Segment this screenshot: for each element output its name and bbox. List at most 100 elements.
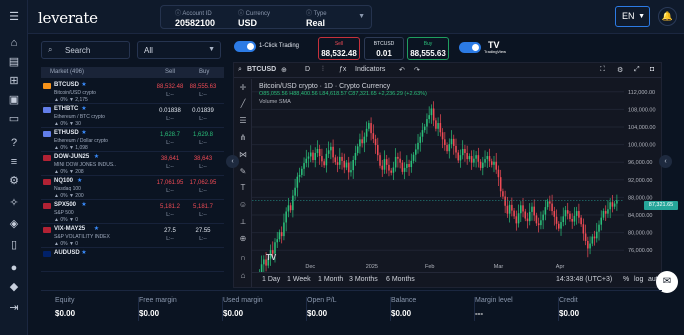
timeframe-1w[interactable]: 1 Week <box>287 276 311 283</box>
sell-price[interactable]: 1,628.7 <box>152 132 188 138</box>
favorite-star-icon[interactable]: ★ <box>94 153 99 160</box>
collapse-left-button[interactable]: ‹ <box>226 155 239 168</box>
buy-price[interactable]: 1,629.8 <box>185 132 221 138</box>
toggle-switch[interactable] <box>459 42 481 53</box>
buy-price[interactable]: 0.01839 <box>185 108 221 114</box>
indicators-icon[interactable]: ƒx <box>339 66 346 73</box>
lock-icon[interactable]: ⌂ <box>238 271 248 281</box>
settings-icon[interactable]: ⚙ <box>7 174 21 188</box>
crosshair-icon[interactable]: ✛ <box>238 83 248 93</box>
book-icon[interactable]: ▯ <box>7 238 21 252</box>
sell-price[interactable]: 17,061.95 <box>152 180 188 186</box>
lot-size-selector[interactable]: BTCUSD 0.01 <box>364 37 404 60</box>
toggle-switch[interactable] <box>234 41 256 52</box>
fullscreen-expand-icon[interactable]: ⤢ <box>634 66 640 74</box>
bank-icon[interactable]: ⊞ <box>7 74 21 88</box>
sell-price[interactable]: 27.5 <box>152 228 188 234</box>
shield-icon[interactable]: ◈ <box>7 217 21 231</box>
instrument-symbol: DOW-JUN25 <box>54 154 90 160</box>
lightbulb-icon[interactable]: ✧ <box>7 196 21 210</box>
timeframe-6m[interactable]: 6 Months <box>386 276 415 283</box>
settings-icon[interactable]: ⚙ <box>617 66 623 74</box>
search-input[interactable]: ⌕ Search <box>41 41 130 59</box>
favorite-star-icon[interactable]: ★ <box>81 105 86 112</box>
magnet-icon[interactable]: ∩ <box>238 253 248 263</box>
market-row[interactable]: BTCUSD ★ Bitcoin/USD crypto ▲ 0% ▼ 2,175 88,… <box>41 80 224 104</box>
one-click-trading-toggle[interactable]: 1-Click Trading <box>234 41 314 55</box>
indicators-button[interactable]: Indicators <box>355 66 385 73</box>
buy-button[interactable]: Buy 88,555.63 <box>407 37 449 60</box>
fib-icon[interactable]: ☰ <box>238 116 248 126</box>
percent-toggle[interactable]: % <box>623 276 629 283</box>
expand-right-button[interactable]: ‹ <box>659 155 672 168</box>
sell-price[interactable]: 38,641 <box>152 156 188 162</box>
brand-logo[interactable]: leverate <box>38 9 98 27</box>
account-selector[interactable]: ⓘ Account ID 20582100 ⓘ Currency USD ⓘ T… <box>160 5 372 29</box>
apple-icon[interactable]: ● <box>7 261 21 275</box>
favorite-star-icon[interactable]: ★ <box>77 177 82 184</box>
home-icon[interactable]: ⌂ <box>7 36 21 50</box>
notifications-bell-icon[interactable]: 🔔 <box>658 7 677 26</box>
market-row[interactable]: DOW-JUN25 ★ MINI DOW JONES INDUS.. ▲ 0% ▼ 2… <box>41 152 224 176</box>
sell-button[interactable]: Sell 88,532.48 <box>318 37 360 60</box>
portfolio-icon[interactable]: ▤ <box>7 55 21 69</box>
timeframe-1d[interactable]: 1 Day <box>262 276 280 283</box>
timeframe-1m[interactable]: 1 Month <box>318 276 343 283</box>
fullscreen-icon[interactable]: ⛶ <box>600 66 605 74</box>
timeframe-3m[interactable]: 3 Months <box>349 276 378 283</box>
logout-icon[interactable]: ⇥ <box>7 301 21 315</box>
col-market[interactable]: Market (496) <box>50 69 84 75</box>
wallet-icon[interactable]: ▣ <box>7 93 21 107</box>
camera-icon[interactable]: ◘ <box>650 66 654 73</box>
undo-icon[interactable]: ↶ <box>399 66 405 74</box>
brush-icon[interactable]: ⋔ <box>238 133 248 143</box>
interval-button[interactable]: D <box>305 66 310 73</box>
pen-icon[interactable]: ✎ <box>238 167 248 177</box>
chart-symbol[interactable]: BTCUSD <box>247 66 276 73</box>
log-toggle[interactable]: log <box>634 276 643 283</box>
menu-icon[interactable]: ☰ <box>7 10 21 24</box>
android-icon[interactable]: ◆ <box>7 280 21 294</box>
candle <box>403 167 406 172</box>
candle <box>347 162 350 173</box>
search-icon[interactable]: ⌕ <box>238 66 242 74</box>
buy-price[interactable]: 88,555.63 <box>185 84 221 90</box>
market-row[interactable]: AUDUSD ★ <box>41 248 224 272</box>
buy-price[interactable]: 5,181.7 <box>185 204 221 210</box>
emoji-icon[interactable]: ☺ <box>238 200 248 210</box>
pattern-icon[interactable]: ⋈ <box>238 150 248 160</box>
price-plot[interactable]: 112,000.00 108,000.00 104,000.00 100,000.00… <box>252 79 678 287</box>
candle-type-icon[interactable]: ⫶ <box>322 66 324 74</box>
compare-add-icon[interactable]: ⊕ <box>281 66 287 74</box>
instrument-flag-icon <box>43 203 51 209</box>
favorite-star-icon[interactable]: ★ <box>81 129 86 136</box>
market-row[interactable]: ETHBTC ★ Ethereum / BTC crypto ▲ 0% ▼ 30 0.0… <box>41 104 224 128</box>
zoom-in-icon[interactable]: ⊕ <box>238 234 248 244</box>
favorite-star-icon[interactable]: ★ <box>94 225 99 232</box>
sell-price[interactable]: 0.01838 <box>152 108 188 114</box>
favorite-star-icon[interactable]: ★ <box>81 81 86 88</box>
favorite-star-icon[interactable]: ★ <box>81 201 86 208</box>
candlestick-chart[interactable]: 112,000.00 108,000.00 104,000.00 100,000.00… <box>252 79 661 287</box>
redo-icon[interactable]: ↷ <box>414 66 420 74</box>
sell-price[interactable]: 88,532.48 <box>152 84 188 90</box>
help-icon[interactable]: ? <box>7 136 21 150</box>
language-selector[interactable]: EN ▼ <box>615 6 650 27</box>
buy-price[interactable]: 17,062.95 <box>185 180 221 186</box>
cards-icon[interactable]: ▭ <box>7 112 21 126</box>
text-tool-icon[interactable]: T <box>238 183 248 193</box>
summary-label: Used margin <box>223 297 263 304</box>
market-row[interactable]: ETHUSD ★ Ethereum / Dollar crypto ▲ 0% ▼ 1,… <box>41 128 224 152</box>
sell-price[interactable]: 5,181.2 <box>152 204 188 210</box>
news-icon[interactable]: ≡ <box>7 155 21 169</box>
buy-price[interactable]: 27.55 <box>185 228 221 234</box>
market-row[interactable]: NQ100 ★ Nasdaq 100 ▲ 0% ▼ 200 17,061.95 17,06… <box>41 176 224 200</box>
market-row[interactable]: VIX-MAY25 ★ S&P VOLATILITY INDEX ▲ 0% ▼ 0 27… <box>41 224 224 248</box>
favorite-star-icon[interactable]: ★ <box>81 249 86 256</box>
trend-line-icon[interactable]: ╱ <box>238 99 248 109</box>
ruler-icon[interactable]: ⟂ <box>238 217 248 227</box>
tradingview-toggle[interactable]: TV TradingView <box>459 40 519 57</box>
market-row[interactable]: SPX500 ★ S&P 500 ▲ 0% ▼ 0 5,181.2 5,181.7 L:--… <box>41 200 224 224</box>
buy-price[interactable]: 38,643 <box>185 156 221 162</box>
category-filter-select[interactable]: All ▼ <box>137 41 221 59</box>
